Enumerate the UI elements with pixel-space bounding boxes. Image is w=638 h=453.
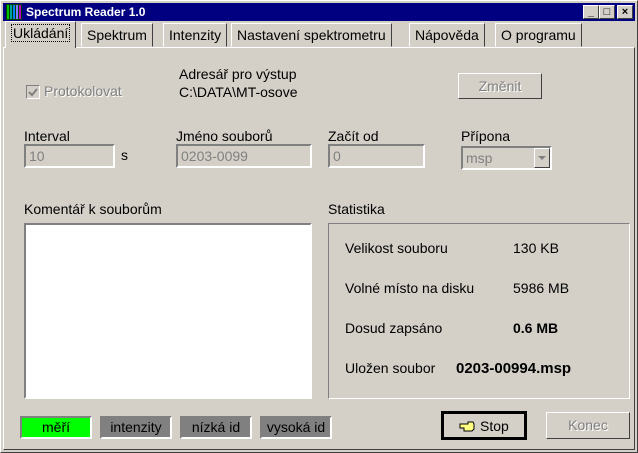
protocol-label: Protokolovat	[44, 83, 122, 99]
comment-textarea[interactable]	[24, 223, 312, 399]
close-button[interactable]: ×	[617, 5, 633, 19]
tab-intenzity[interactable]: Intenzity	[163, 23, 228, 47]
tab-ukladani[interactable]: Ukládání	[5, 21, 77, 48]
protocol-checkbox[interactable]	[26, 85, 40, 99]
interval-unit: s	[121, 147, 128, 163]
extension-value: msp	[466, 150, 493, 166]
exit-button[interactable]: Konec	[546, 412, 630, 439]
tab-nastaveni-spektrometru[interactable]: Nastavení spektrometru	[231, 23, 392, 47]
tab-spektrum[interactable]: Spektrum	[81, 23, 153, 47]
free-space-label: Volné místo na disku	[345, 280, 475, 296]
comment-label: Komentář k souborům	[24, 201, 162, 217]
stop-button[interactable]: Stop	[441, 411, 527, 440]
output-dir-label: Adresář pro výstup	[179, 66, 297, 82]
free-space-value: 5986 MB	[513, 280, 570, 296]
pointing-hand-icon	[459, 421, 475, 432]
start-from-input[interactable]: 0	[328, 144, 425, 168]
saved-file-label: Uložen soubor	[345, 360, 436, 376]
written-label: Dosud zapsáno	[345, 320, 443, 336]
main-window: Spectrum Reader 1.0 _ □ × Ukládání Spekt…	[0, 0, 638, 453]
file-size-label: Velikost souboru	[345, 240, 448, 256]
checkmark-icon	[28, 88, 38, 97]
filename-label: Jméno souborů	[176, 128, 273, 144]
stop-label: Stop	[480, 418, 509, 434]
tab-napoveda[interactable]: Nápověda	[409, 23, 485, 47]
minimize-button[interactable]: _	[583, 5, 599, 19]
output-dir-value: C:\DATA\MT-osove	[179, 84, 298, 100]
change-dir-button[interactable]: Změnit	[458, 73, 542, 99]
stats-panel: Velikost souboru 130 KB Volné místo na d…	[328, 223, 630, 399]
status-intensity-indicator: intenzity	[100, 416, 172, 439]
start-from-label: Začít od	[328, 128, 379, 144]
tab-o-programu[interactable]: O programu	[495, 23, 582, 47]
stats-title: Statistika	[328, 201, 385, 217]
extension-select[interactable]: msp	[461, 146, 552, 170]
filename-input[interactable]: 0203-0099	[176, 144, 312, 168]
status-measuring-indicator: měří	[20, 416, 92, 439]
extension-dropdown-button[interactable]	[534, 148, 550, 168]
saved-file-value: 0203-00994.msp	[456, 360, 572, 377]
chevron-down-icon	[538, 156, 546, 160]
status-high-id-indicator: vysoká id	[260, 416, 332, 439]
status-low-id-indicator: nízká id	[180, 416, 252, 439]
extension-label: Přípona	[461, 128, 511, 144]
app-icon	[6, 4, 22, 20]
title-bar[interactable]: Spectrum Reader 1.0 _ □ ×	[3, 3, 635, 21]
interval-label: Interval	[24, 128, 70, 144]
file-size-value: 130 KB	[513, 240, 559, 256]
interval-input[interactable]: 10	[24, 144, 115, 168]
maximize-button[interactable]: □	[599, 5, 615, 19]
window-title: Spectrum Reader 1.0	[26, 5, 146, 19]
written-value: 0.6 MB	[513, 320, 559, 336]
